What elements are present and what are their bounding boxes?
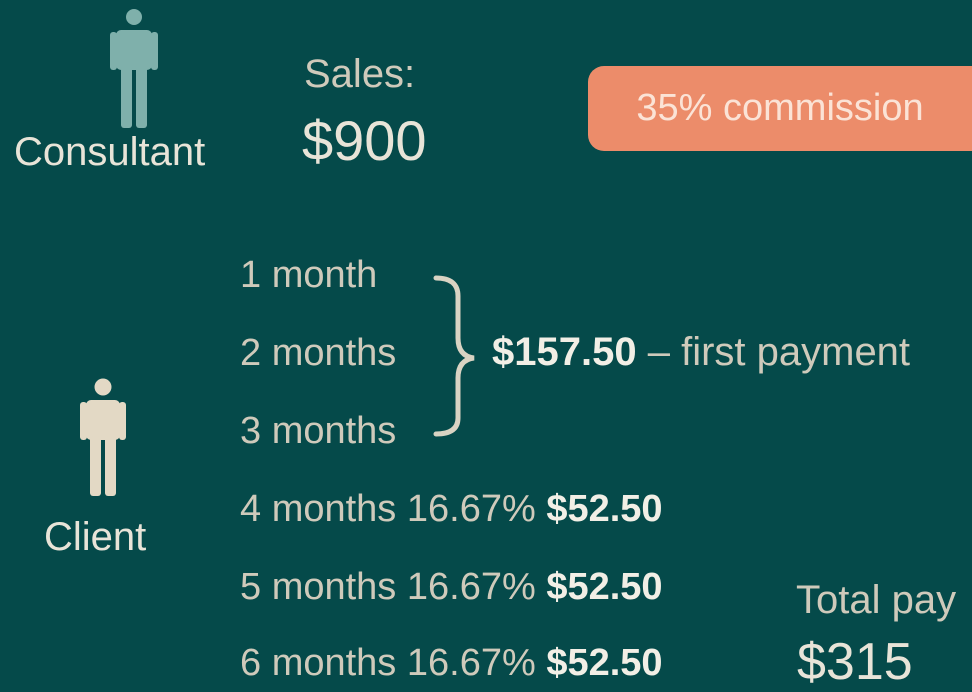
installment-amount: $52.50 — [546, 642, 663, 684]
installment-percent: 16.67% — [406, 642, 536, 684]
total-pay-label: Total pay — [796, 578, 957, 622]
sales-label: Sales: — [304, 52, 416, 96]
installment-percent: 16.67% — [406, 488, 536, 530]
installment-row: 6 months 16.67% $52.50 — [240, 642, 663, 685]
client-label: Client — [44, 515, 147, 559]
consultant-label: Consultant — [14, 130, 206, 174]
installment-month: 6 months — [240, 642, 397, 684]
installment-amount: $52.50 — [546, 566, 663, 608]
installment-month: 4 months — [240, 488, 397, 530]
installment-amount: $52.50 — [546, 488, 663, 530]
installment-percent: 16.67% — [406, 566, 536, 608]
client-person-icon — [80, 378, 126, 498]
sales-value: $900 — [302, 109, 427, 172]
month-3-label: 3 months — [240, 410, 397, 452]
installment-row: 4 months 16.67% $52.50 — [240, 488, 663, 531]
consultant-person-icon — [110, 8, 158, 130]
first-payment: $157.50 – first payment — [492, 330, 910, 375]
total-pay-value: $315 — [797, 633, 913, 691]
commission-text: 35% commission — [636, 87, 924, 129]
first-payment-text: – first payment — [647, 330, 911, 374]
month-2-label: 2 months — [240, 332, 397, 374]
installment-row: 5 months 16.67% $52.50 — [240, 566, 663, 609]
curly-brace-icon — [420, 272, 480, 447]
month-1-label: 1 month — [240, 254, 378, 296]
commission-badge: 35% commission — [588, 66, 972, 151]
installment-month: 5 months — [240, 566, 397, 608]
first-payment-amount: $157.50 — [492, 330, 637, 374]
